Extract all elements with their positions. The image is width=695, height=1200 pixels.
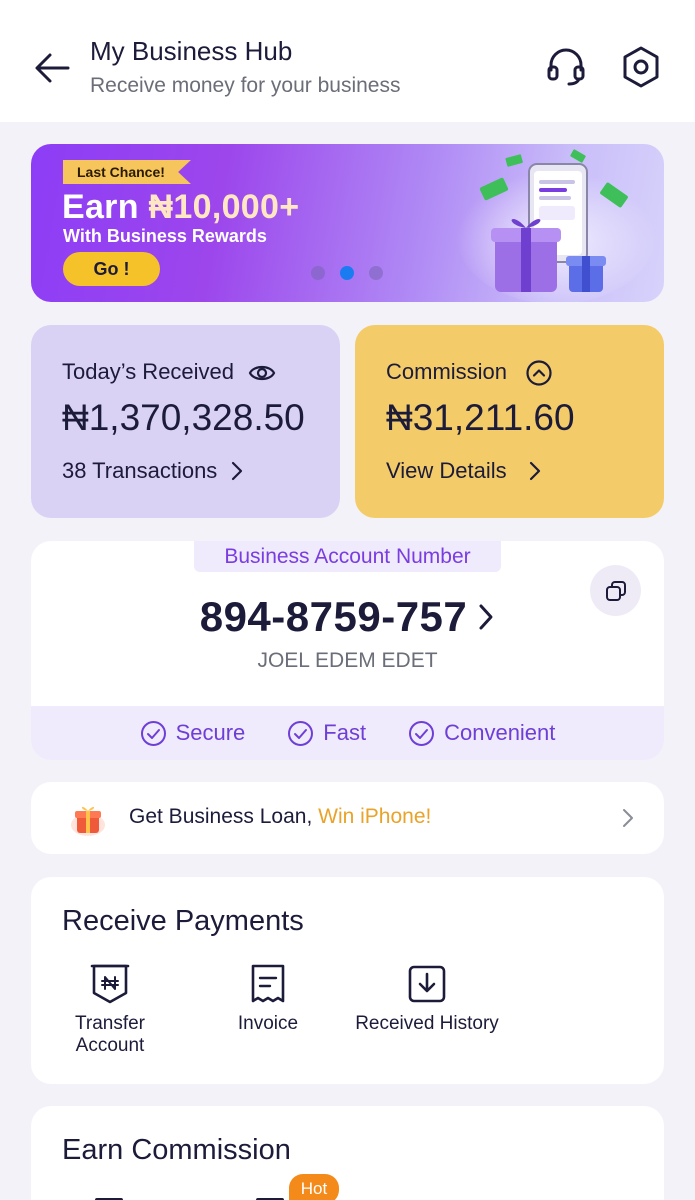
account-number-tag: Business Account Number bbox=[194, 541, 501, 572]
transactions-link[interactable]: 38 Transactions bbox=[62, 458, 243, 484]
account-number-row[interactable]: 894-8759-757 bbox=[31, 593, 664, 641]
feature-secure: Secure bbox=[140, 720, 246, 747]
hot-badge: Hot bbox=[289, 1174, 339, 1200]
feature-label: Secure bbox=[175, 720, 246, 745]
view-details-link[interactable]: View Details bbox=[386, 458, 541, 484]
settings-button[interactable] bbox=[618, 44, 664, 90]
chevron-up-circle-icon[interactable] bbox=[525, 359, 553, 387]
commission-amount: ₦31,211.60 bbox=[386, 397, 575, 438]
naira-receipt-icon bbox=[90, 964, 130, 1004]
back-button[interactable] bbox=[30, 48, 74, 88]
banner-headline-prefix: Earn bbox=[62, 188, 149, 226]
chevron-right-icon bbox=[479, 604, 493, 630]
invoice-action[interactable]: Invoice bbox=[228, 963, 308, 1035]
earn-commission-title: Earn Commission bbox=[62, 1134, 291, 1166]
gift-icon bbox=[71, 806, 105, 836]
todays-received-card[interactable]: Today’s Received ₦1,370,328.50 38 Transa… bbox=[31, 325, 340, 518]
todays-received-label: Today’s Received bbox=[62, 359, 235, 384]
received-history-action[interactable]: Received History bbox=[351, 963, 503, 1035]
received-history-icon bbox=[408, 965, 446, 1003]
receive-payments-section: Receive Payments Transfer Account Invoic… bbox=[31, 877, 664, 1084]
loan-text: Get Business Loan, Win iPhone! bbox=[129, 805, 431, 829]
customer-support-button[interactable] bbox=[544, 44, 588, 88]
check-circle-icon bbox=[409, 720, 435, 746]
invoice-label: Invoice bbox=[237, 1013, 299, 1034]
banner-headline-amount: ₦10,000+ bbox=[148, 188, 300, 226]
loan-text-accent: Win iPhone! bbox=[318, 805, 432, 828]
account-features: Secure Fast Convenient bbox=[31, 706, 664, 760]
arrow-left-icon bbox=[35, 53, 70, 83]
page-subtitle: Receive money for your business bbox=[90, 74, 401, 97]
banner-tag: Last Chance! bbox=[63, 160, 191, 184]
carousel-dot[interactable] bbox=[311, 266, 325, 280]
banner-go-button[interactable]: Go ! bbox=[63, 252, 160, 286]
chevron-right-icon bbox=[623, 809, 633, 827]
receive-payments-title: Receive Payments bbox=[62, 905, 304, 937]
feature-label: Fast bbox=[323, 720, 367, 745]
banner-headline: Earn ₦10,000+ bbox=[62, 188, 299, 227]
feature-fast: Fast bbox=[287, 720, 366, 747]
received-history-label: Received History bbox=[355, 1013, 499, 1034]
feature-label: Convenient bbox=[444, 720, 556, 745]
page-title: My Business Hub bbox=[90, 36, 293, 66]
invoice-icon bbox=[251, 964, 285, 1003]
transactions-link-label: 38 Transactions bbox=[62, 458, 218, 483]
carousel-dot-active[interactable] bbox=[340, 266, 354, 280]
chevron-right-icon bbox=[529, 461, 540, 481]
chevron-right-icon bbox=[232, 461, 243, 481]
transfer-account-action[interactable]: Transfer Account bbox=[71, 963, 149, 1057]
carousel-dots bbox=[311, 266, 383, 280]
eye-icon[interactable] bbox=[248, 359, 276, 387]
check-circle-icon bbox=[140, 720, 166, 746]
gift-phone-illustration bbox=[456, 149, 656, 302]
todays-received-amount: ₦1,370,328.50 bbox=[62, 397, 305, 438]
loan-text-main: Get Business Loan, bbox=[129, 805, 319, 828]
banner-subline: With Business Rewards bbox=[63, 226, 267, 246]
hexagon-settings-icon bbox=[623, 46, 659, 88]
account-number: 894-8759-757 bbox=[199, 593, 468, 640]
earn-commission-section: Earn Commission Hot bbox=[31, 1106, 664, 1200]
promo-banner[interactable]: Last Chance! Earn ₦10,000+ With Business… bbox=[31, 144, 664, 302]
account-holder-name: JOEL EDEM EDET bbox=[257, 649, 438, 672]
business-loan-banner[interactable]: Get Business Loan, Win iPhone! bbox=[31, 782, 664, 854]
carousel-dot[interactable] bbox=[369, 266, 383, 280]
app-header: My Business Hub Receive money for your b… bbox=[0, 0, 695, 122]
commission-card[interactable]: Commission ₦31,211.60 View Details bbox=[355, 325, 664, 518]
commission-label: Commission bbox=[386, 359, 508, 384]
business-account-card: Business Account Number 894-8759-757 JOE… bbox=[31, 541, 664, 760]
headset-icon bbox=[547, 48, 585, 86]
check-circle-icon bbox=[288, 720, 314, 746]
feature-convenient: Convenient bbox=[408, 720, 555, 747]
view-details-label: View Details bbox=[386, 458, 507, 483]
transfer-account-label: Transfer Account bbox=[74, 1013, 146, 1056]
